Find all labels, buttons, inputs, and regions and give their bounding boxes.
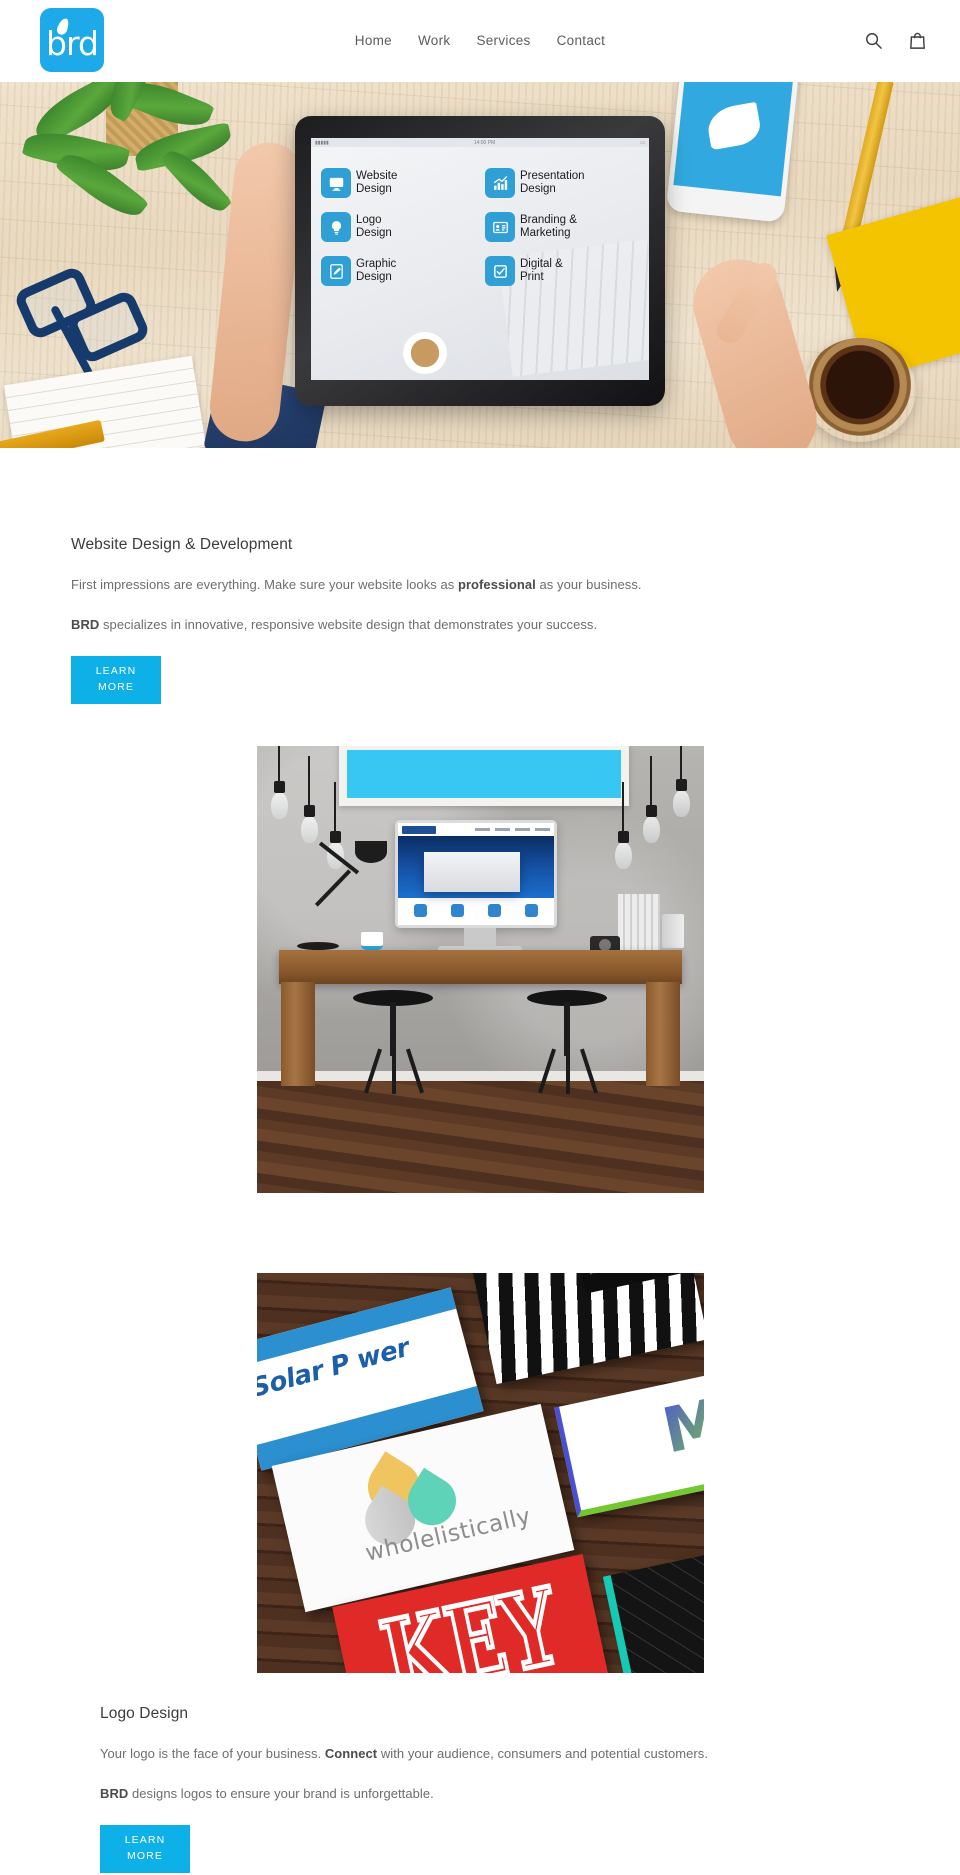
- hero-banner: ▮▮▮▮▮ 14:00 PM ▭ Website Design Presenta…: [0, 82, 960, 448]
- logo-design-paragraph-2: BRD designs logos to ensure your brand i…: [100, 1786, 434, 1802]
- tablet-status-bar: ▮▮▮▮▮ 14:00 PM ▭: [311, 138, 649, 147]
- page-title: Website Design & Development: [71, 536, 293, 553]
- tablet-coffee-graphic: [403, 332, 447, 374]
- desk-leg-left: [280, 982, 315, 1087]
- pen-holder: [661, 914, 684, 949]
- learn-more-line2: MORE: [98, 680, 134, 693]
- website-design-text-block: Website Design & Development First impre…: [0, 536, 960, 705]
- service-tile-label: Logo Design: [356, 214, 392, 239]
- service-tile-logo-design[interactable]: Logo Design: [321, 212, 479, 242]
- imac-site-logo: [401, 825, 436, 834]
- service-tile-graphic-design[interactable]: Graphic Design: [321, 256, 479, 286]
- pendant-bulb-icon: [672, 746, 690, 818]
- pen-icon: [321, 256, 351, 286]
- lightbulb-icon: [321, 212, 351, 242]
- tablet-status-center: 14:00 PM: [473, 139, 496, 146]
- hero-plant-decoration: [21, 82, 235, 274]
- tablet-status-right: ▭: [640, 139, 645, 146]
- imac-site-hero-house: [423, 852, 520, 893]
- logo-design-title: Logo Design: [100, 1705, 189, 1723]
- logo-design-text-block: Logo Design Your logo is the face of you…: [0, 1673, 960, 1874]
- imac-site-links: [474, 828, 550, 832]
- hero-smartphone-decoration: [665, 82, 801, 223]
- header-actions: [864, 0, 928, 82]
- photo-baseboard: [256, 1071, 704, 1082]
- photo-floor: [256, 1081, 704, 1194]
- service-tile-presentation-design[interactable]: Presentation Design: [485, 168, 643, 198]
- nav-item-contact[interactable]: Contact: [544, 34, 619, 48]
- service-tile-label: Branding & Marketing: [520, 214, 577, 239]
- imac-monitor: [394, 820, 557, 929]
- learn-more-line2: MORE: [127, 1850, 163, 1863]
- section-logo-design: BRA BRIDGET RYAN APPAREL Solar P wer M w…: [0, 1193, 960, 1874]
- stool: [352, 990, 433, 1095]
- pendant-bulb-icon: [300, 756, 318, 844]
- service-tile-label: Graphic Design: [356, 258, 397, 283]
- service-tile-label: Presentation Design: [520, 170, 585, 195]
- shopping-bag-icon[interactable]: [908, 31, 928, 51]
- search-icon[interactable]: [864, 31, 884, 51]
- tablet-screen: ▮▮▮▮▮ 14:00 PM ▭ Website Design Presenta…: [311, 138, 649, 380]
- service-tile-digital-print[interactable]: Digital & Print: [485, 256, 643, 286]
- section-website-design: Website Design & Development First impre…: [0, 448, 960, 1194]
- learn-more-button-logo-design[interactable]: LEARN MORE: [100, 1824, 190, 1874]
- hero-glasses-decoration: [12, 264, 160, 394]
- checkbox-icon: [485, 256, 515, 286]
- pendant-bulb-icon: [270, 746, 288, 820]
- desk-lamp-head: [354, 841, 387, 864]
- desk-leg-right: [645, 982, 680, 1087]
- primary-navigation: Home Work Services Contact: [0, 0, 960, 82]
- nav-item-work[interactable]: Work: [405, 34, 463, 48]
- nav-item-services[interactable]: Services: [463, 34, 543, 48]
- book-stack: [617, 894, 660, 951]
- learn-more-button-website-design[interactable]: LEARN MORE: [71, 655, 161, 705]
- learn-more-line1: LEARN: [124, 1833, 166, 1846]
- learn-more-line1: LEARN: [95, 664, 137, 677]
- service-tile-label: Digital & Print: [520, 258, 563, 283]
- hero-tablet: ▮▮▮▮▮ 14:00 PM ▭ Website Design Presenta…: [295, 116, 665, 406]
- service-tile-website-design[interactable]: Website Design: [321, 168, 479, 198]
- imac-site-hero: [397, 836, 554, 899]
- service-tile-branding-marketing[interactable]: Branding & Marketing: [485, 212, 643, 242]
- m-card-logo: M: [656, 1384, 704, 1468]
- service-tile-label: Website Design: [356, 170, 398, 195]
- website-design-paragraph-2: BRD specializes in innovative, responsiv…: [71, 616, 598, 632]
- coffee-mug: [360, 932, 383, 951]
- imac-screen: [397, 823, 554, 926]
- photo-wall-art: [338, 746, 629, 807]
- monitor-icon: [321, 168, 351, 198]
- id-card-icon: [485, 212, 515, 242]
- pendant-bulb-icon: [614, 782, 632, 870]
- website-design-photo: [256, 746, 704, 1194]
- pendant-bulb-icon: [642, 756, 660, 844]
- nav-item-home[interactable]: Home: [342, 34, 405, 48]
- hero-coffee-cup-decoration: [804, 338, 916, 442]
- imac-site-icon-row: [398, 898, 554, 923]
- site-header: brd Home Work Services Contact: [0, 0, 960, 82]
- tablet-service-tiles: Website Design Presentation Design Logo …: [321, 168, 643, 286]
- tablet-status-left: ▮▮▮▮▮: [315, 139, 329, 146]
- imac-site-navbar: [397, 823, 554, 837]
- bar-chart-icon: [485, 168, 515, 198]
- logo-design-photo: BRA BRIDGET RYAN APPAREL Solar P wer M w…: [256, 1273, 704, 1674]
- logo-design-paragraph-1: Your logo is the face of your business. …: [100, 1746, 708, 1762]
- desk-top: [278, 950, 682, 985]
- stool: [526, 990, 607, 1095]
- bra-card-subtitle: BRIDGET RYAN APPAREL: [589, 1273, 690, 1275]
- website-design-paragraph-1: First impressions are everything. Make s…: [71, 577, 642, 592]
